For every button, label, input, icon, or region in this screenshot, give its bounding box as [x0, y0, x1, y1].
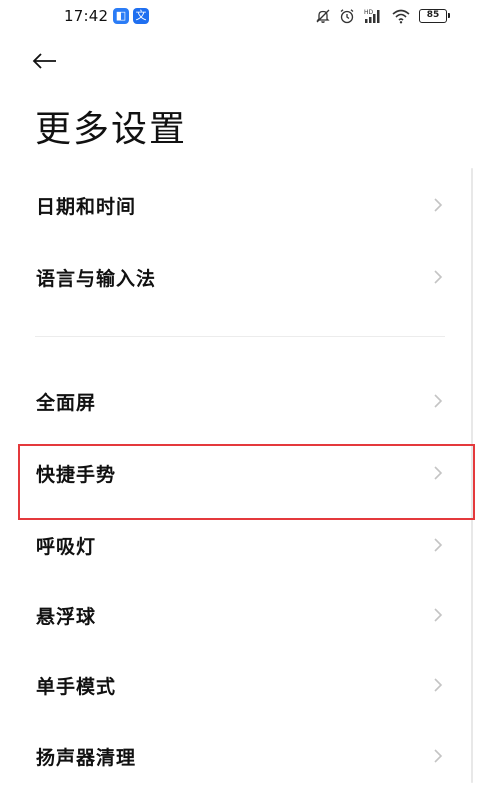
settings-item-date-time[interactable]: 日期和时间: [0, 170, 487, 240]
chevron-right-icon: [432, 605, 444, 625]
settings-item-speaker-cleaning[interactable]: 扬声器清理: [0, 721, 487, 791]
svg-text:HD: HD: [364, 9, 374, 16]
settings-item-label: 日期和时间: [36, 195, 137, 218]
settings-item-label: 语言与输入法: [36, 267, 157, 290]
settings-item-language-input[interactable]: 语言与输入法: [0, 242, 487, 312]
settings-item-label: 扬声器清理: [36, 746, 137, 769]
page-title: 更多设置: [35, 109, 188, 150]
settings-item-label: 快捷手势: [36, 463, 117, 486]
back-arrow-icon: [32, 52, 58, 74]
battery-indicator: 85: [419, 9, 450, 23]
chevron-right-icon: [432, 195, 444, 215]
bell-off-icon: [315, 8, 331, 24]
chevron-right-icon: [432, 535, 444, 555]
settings-item-gesture-shortcuts[interactable]: 快捷手势: [0, 438, 487, 508]
translate-icon: 文: [133, 8, 149, 24]
settings-item-full-screen[interactable]: 全面屏: [0, 366, 487, 436]
chevron-right-icon: [432, 746, 444, 766]
hd-signal-icon: HD: [363, 8, 383, 24]
chevron-right-icon: [432, 463, 444, 483]
section-divider: [35, 336, 445, 337]
blue-square-icon: ◧: [113, 8, 129, 24]
settings-item-notification-light[interactable]: 呼吸灯: [0, 510, 487, 580]
settings-item-label: 悬浮球: [36, 605, 97, 628]
settings-item-floating-ball[interactable]: 悬浮球: [0, 580, 487, 650]
status-icons: HD 85: [315, 5, 450, 27]
settings-item-label: 单手模式: [36, 675, 117, 698]
wifi-icon: [391, 8, 411, 24]
back-button[interactable]: [32, 48, 68, 78]
status-bar: 17:42 ◧ 文 HD 85: [0, 0, 487, 34]
settings-item-one-handed-mode[interactable]: 单手模式: [0, 650, 487, 720]
settings-item-label: 呼吸灯: [36, 535, 97, 558]
alarm-icon: [339, 8, 355, 24]
chevron-right-icon: [432, 391, 444, 411]
chevron-right-icon: [432, 675, 444, 695]
status-time: 17:42: [64, 7, 109, 25]
settings-item-label: 全面屏: [36, 391, 97, 414]
chevron-right-icon: [432, 267, 444, 287]
